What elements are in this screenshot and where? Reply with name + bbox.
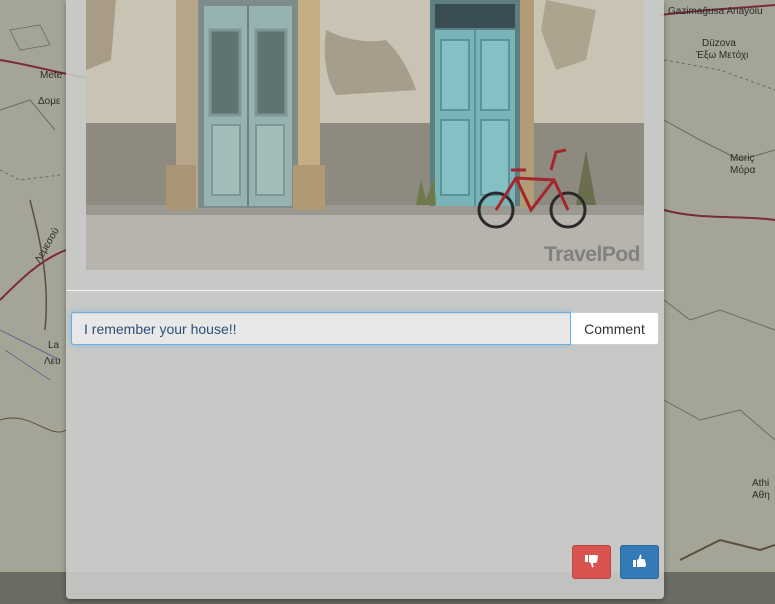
map-label-dome: Δομε	[38, 96, 61, 107]
divider	[66, 290, 664, 291]
map-label-duzova: Düzova	[702, 38, 736, 49]
travelpod-watermark: TravelPod	[544, 243, 640, 266]
map-label-mete: Mete	[40, 70, 63, 81]
map-label-la: La	[48, 340, 60, 351]
map-label-lef: Λευ	[44, 356, 61, 367]
map-label-athi-gr: Αθη	[752, 490, 770, 501]
map-label-athi: Athi	[752, 478, 770, 489]
house-photo-illustration	[86, 0, 644, 270]
map-label-exo-metochi: Έξω Μετόχι	[696, 50, 749, 61]
dislike-button[interactable]	[572, 545, 611, 579]
thumbs-up-icon	[632, 554, 647, 571]
map-label-famagusta: Gazimağusa Anayolu	[668, 6, 763, 17]
house-photo[interactable]: TravelPod	[86, 0, 644, 270]
thumbs-down-icon	[584, 554, 599, 571]
comment-button[interactable]: Comment	[571, 312, 659, 345]
photo-modal: TravelPod Comment	[66, 0, 664, 599]
like-button[interactable]	[620, 545, 659, 579]
comment-input[interactable]	[71, 312, 571, 345]
map-label-meric: Meriç	[730, 153, 755, 164]
map-label-mora: Μόρα	[730, 165, 756, 176]
